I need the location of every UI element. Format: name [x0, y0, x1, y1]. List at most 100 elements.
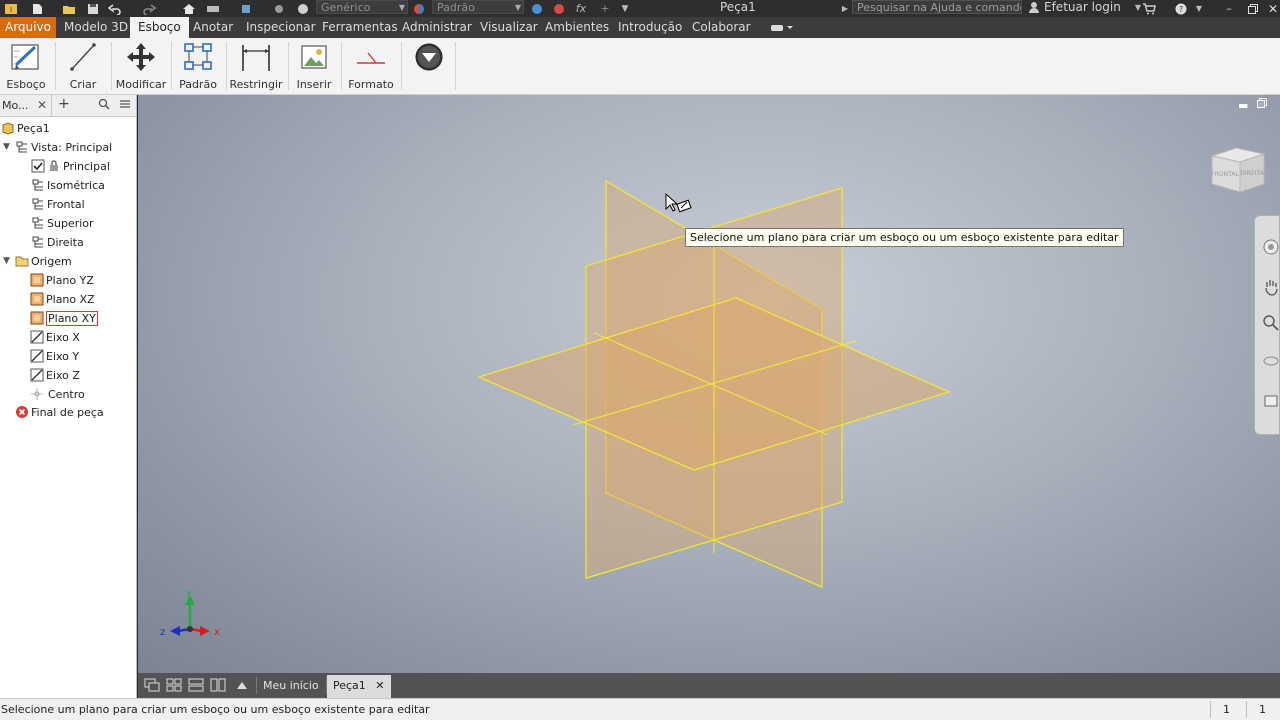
tab-administrar[interactable]: Administrar [402, 17, 472, 38]
new-file-icon[interactable] [30, 0, 44, 17]
color-override-icon[interactable] [530, 0, 544, 17]
tree-item-root[interactable]: Peça1 [1, 119, 50, 137]
globe-icon[interactable] [296, 0, 310, 17]
tab-home[interactable]: Meu início [257, 675, 325, 698]
tree-item-axis-x[interactable]: Eixo X [30, 328, 80, 346]
modify-button[interactable]: Modificar [116, 40, 166, 94]
tab-colaborar[interactable]: Colaborar [692, 17, 751, 38]
tree-item-view-principal[interactable]: Principal [31, 157, 110, 175]
tree-item-view-isometrica[interactable]: Isométrica [31, 176, 105, 194]
orbit-icon[interactable] [1262, 352, 1280, 373]
dimension-icon [238, 40, 274, 74]
triad-x-label: x [214, 627, 220, 638]
tree-item-origin[interactable]: Origem [15, 252, 72, 270]
plus-icon[interactable]: + [598, 0, 612, 17]
tab-visualizar[interactable]: Visualizar [480, 17, 538, 38]
tree-item-view-direita[interactable]: Direita [31, 233, 84, 251]
tab-anotar[interactable]: Anotar [193, 17, 233, 38]
tree-item-axis-y[interactable]: Eixo Y [30, 347, 79, 365]
viewcube[interactable]: FRONTAL DIREITA [1206, 142, 1270, 206]
steering-wheel-icon[interactable] [1262, 238, 1280, 259]
plane-icon [30, 273, 44, 287]
sign-in-button[interactable]: Efetuar login ▼ [1028, 0, 1141, 14]
tab-arquivo[interactable]: Arquivo [0, 17, 56, 38]
tree-item-axis-z[interactable]: Eixo Z [30, 366, 80, 384]
help-icon[interactable]: ? [1174, 0, 1188, 17]
chevron-up-icon[interactable] [234, 678, 250, 692]
clear-override-icon[interactable] [552, 0, 566, 17]
constrain-button[interactable]: Restringir [229, 40, 283, 94]
inventor-logo-icon[interactable]: I [4, 0, 18, 17]
cascade-windows-icon[interactable] [144, 678, 160, 692]
customize-chevron-icon[interactable]: ▼ [618, 0, 632, 17]
undo-icon[interactable] [108, 0, 122, 17]
appearance-combo[interactable]: Padrão ▼ [432, 0, 524, 14]
triad-z-arrow [170, 626, 180, 636]
update-icon[interactable] [272, 0, 286, 17]
finish-sketch-button[interactable] [410, 40, 448, 94]
tab-ferramentas[interactable]: Ferramentas [322, 17, 398, 38]
browser-tab-model[interactable]: Mo... [2, 99, 29, 112]
line-icon [65, 40, 101, 74]
chevron-down-icon[interactable]: ▼ [3, 256, 10, 266]
tab-inspecionar[interactable]: Inspecionar [246, 17, 316, 38]
save-icon[interactable] [86, 0, 100, 17]
restore-icon[interactable] [1257, 98, 1267, 111]
tree-label: Eixo X [46, 330, 80, 344]
graphics-viewport[interactable]: Selecione um plano para criar um esboço … [138, 95, 1280, 673]
tile-vertical-icon[interactable] [210, 678, 226, 692]
tree-item-plane-xz[interactable]: Plano XZ [30, 290, 95, 308]
tree-item-plane-yz[interactable]: Plano YZ [30, 271, 94, 289]
create-label: Criar [69, 78, 97, 91]
restore-icon[interactable] [1246, 0, 1260, 17]
browser-header: Mo... ✕ + [0, 95, 136, 117]
chevron-down-icon[interactable]: ▼ [1194, 0, 1204, 17]
ribbon-options-icon[interactable] [770, 17, 794, 38]
format-button[interactable]: Formato [346, 40, 396, 94]
tab-introducao[interactable]: Introdução [618, 17, 682, 38]
tab-esboco[interactable]: Esboço [130, 17, 189, 38]
parameters-icon[interactable]: fx [574, 0, 588, 17]
origin-planes[interactable] [138, 95, 1280, 673]
search-icon[interactable] [98, 98, 110, 113]
help-search-input[interactable]: Pesquisar na Ajuda e comandos... [852, 0, 1022, 14]
tree-item-plane-xy[interactable]: Plano XY [30, 309, 98, 327]
chevron-down-icon[interactable]: ▼ [3, 142, 10, 152]
appearance-sphere-icon[interactable] [412, 0, 426, 17]
tile-horizontal-icon[interactable] [188, 678, 204, 692]
tree-item-view-frontal[interactable]: Frontal [31, 195, 85, 213]
measure-icon[interactable] [206, 0, 220, 17]
close-icon[interactable]: ✕ [1266, 0, 1280, 17]
tree-item-end-of-part[interactable]: Final de peça [15, 403, 104, 421]
material-combo[interactable]: Genérico ▼ [316, 0, 408, 14]
cart-icon[interactable] [1142, 0, 1156, 17]
tab-document-peca1[interactable]: Peça1 ✕ [327, 675, 391, 698]
close-icon[interactable]: ✕ [375, 679, 384, 692]
minimize-icon[interactable]: ▬ [1238, 99, 1248, 112]
tree-item-center-point[interactable]: Centro [30, 385, 85, 403]
tab-modelo-3d[interactable]: Modelo 3D [64, 17, 128, 38]
finish-sketch-icon [411, 40, 447, 74]
tree-item-view-superior[interactable]: Superior [31, 214, 94, 232]
add-browser-icon[interactable]: + [58, 96, 70, 112]
redo-icon[interactable] [142, 0, 156, 17]
tree-item-view[interactable]: Vista: Principal [15, 138, 112, 156]
start-sketch-button[interactable]: Esboço [6, 40, 46, 94]
insert-button[interactable]: Inserir [294, 40, 334, 94]
close-icon[interactable]: ✕ [37, 98, 47, 112]
open-folder-icon[interactable] [62, 0, 76, 17]
zoom-icon[interactable] [1262, 314, 1280, 335]
tab-ambientes[interactable]: Ambientes [545, 17, 609, 38]
checkbox-checked-icon[interactable] [31, 159, 45, 173]
menu-icon[interactable] [119, 98, 131, 113]
home-icon[interactable] [182, 0, 196, 17]
select-icon[interactable] [240, 0, 254, 17]
plane-icon [30, 292, 44, 306]
pan-hand-icon[interactable] [1262, 278, 1280, 299]
look-at-icon[interactable] [1262, 392, 1280, 413]
create-button[interactable]: Criar [64, 40, 102, 94]
title-bar: I Genérico ▼ Padrão ▼ fx + ▼ Peça1 ▶ Pesqu… [0, 0, 1280, 17]
pattern-button[interactable]: Padrão [178, 40, 218, 94]
tile-windows-icon[interactable] [166, 678, 182, 692]
minimize-icon[interactable]: – [1222, 0, 1236, 17]
